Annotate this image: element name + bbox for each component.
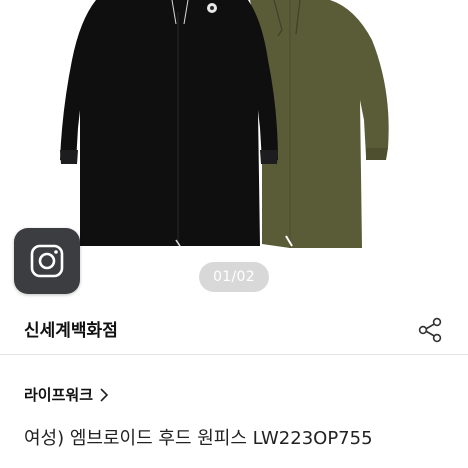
share-button[interactable] bbox=[414, 314, 446, 346]
camera-icon bbox=[30, 244, 64, 278]
black-dress-image bbox=[60, 0, 278, 247]
store-bar: 신세계백화점 bbox=[0, 300, 468, 355]
brand-name: 라이프워크 bbox=[24, 386, 94, 404]
store-name[interactable]: 신세계백화점 bbox=[24, 316, 118, 341]
brand-link[interactable]: 라이프워크 bbox=[24, 384, 109, 405]
chevron-right-icon bbox=[100, 387, 109, 402]
share-icon bbox=[418, 317, 442, 343]
camera-button[interactable] bbox=[14, 228, 80, 294]
product-title: 여성) 엠브로이드 후드 원피스 LW223OP755 bbox=[24, 428, 373, 449]
page-indicator: 01/02 bbox=[199, 262, 269, 292]
